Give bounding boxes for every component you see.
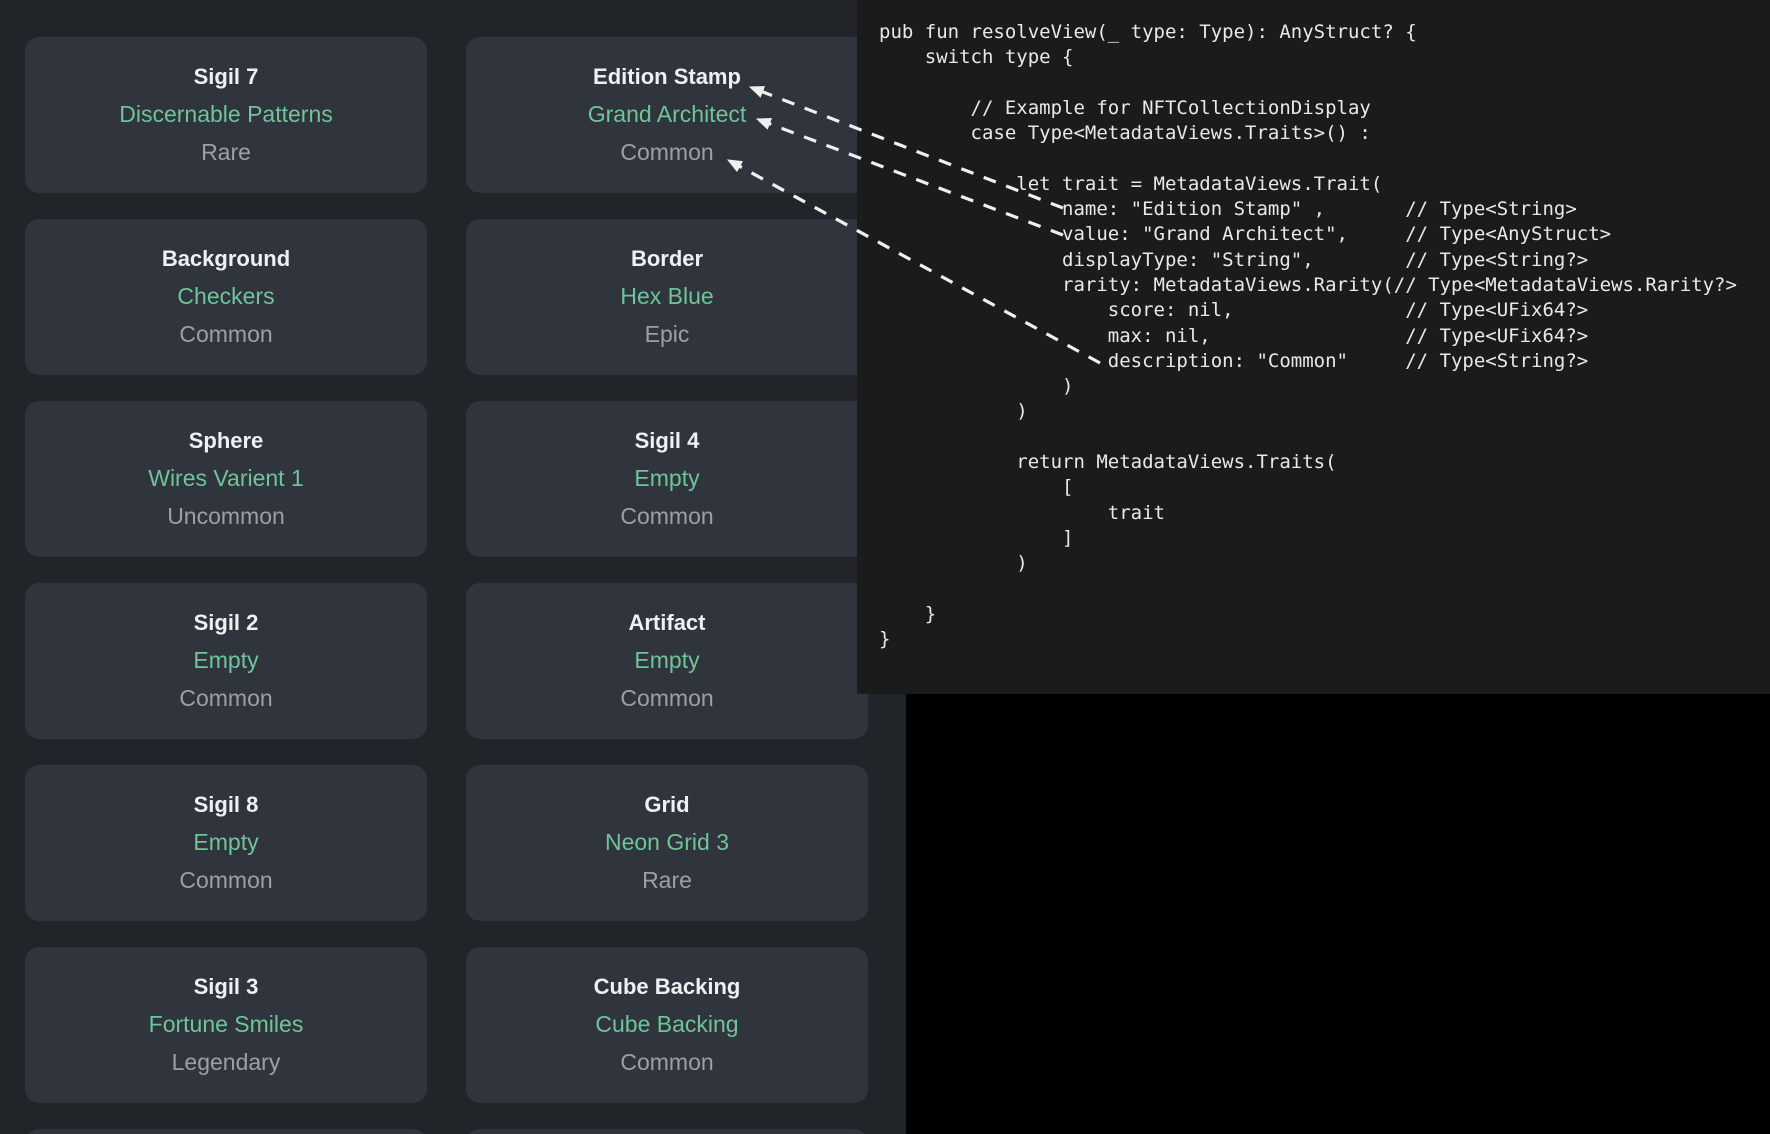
code-block: pub fun resolveView(_ type: Type): AnySt…: [857, 0, 1770, 652]
trait-name: Grid: [644, 794, 689, 816]
trait-value: Checkers: [177, 285, 274, 308]
trait-rarity: Rare: [642, 869, 692, 892]
trait-card: Sigil 2 Empty Common: [25, 583, 427, 739]
trait-name: Sigil 4: [635, 430, 700, 452]
trait-value: Empty: [634, 649, 699, 672]
trait-rarity: Common: [620, 1051, 713, 1074]
screenshot-root: { "colors": { "outer_bg": "#000000", "pa…: [0, 0, 1770, 1134]
trait-card: Edition Stamp Grand Architect Common: [466, 37, 868, 193]
trait-card: Cube Backing Cube Backing Common: [466, 947, 868, 1103]
trait-name: Background: [162, 248, 290, 270]
trait-name: Cube Backing: [594, 976, 741, 998]
trait-rarity: Legendary: [172, 1051, 281, 1074]
trait-rarity: Common: [179, 687, 272, 710]
trait-card: Sigil 3 Fortune Smiles Legendary: [25, 947, 427, 1103]
trait-name: Border: [631, 248, 703, 270]
trait-card: Grid Neon Grid 3 Rare: [466, 765, 868, 921]
trait-value: Grand Architect: [588, 103, 747, 126]
traits-panel: Sigil 7 Discernable Patterns Rare Editio…: [0, 0, 906, 1134]
trait-rarity: Common: [179, 869, 272, 892]
trait-value: Cube Backing: [595, 1013, 738, 1036]
trait-card: Artifact Empty Common: [466, 583, 868, 739]
trait-name: Artifact: [628, 612, 705, 634]
trait-value: Fortune Smiles: [149, 1013, 304, 1036]
trait-rarity: Rare: [201, 141, 251, 164]
code-panel: pub fun resolveView(_ type: Type): AnySt…: [857, 0, 1770, 694]
trait-rarity: Common: [620, 505, 713, 528]
trait-rarity: Common: [620, 141, 713, 164]
trait-card-partial: [25, 1129, 427, 1134]
trait-card: Sigil 8 Empty Common: [25, 765, 427, 921]
trait-rarity: Common: [620, 687, 713, 710]
trait-card: Background Checkers Common: [25, 219, 427, 375]
trait-card: Sigil 4 Empty Common: [466, 401, 868, 557]
trait-card: Sigil 7 Discernable Patterns Rare: [25, 37, 427, 193]
trait-rarity: Uncommon: [167, 505, 285, 528]
trait-card-partial: [466, 1129, 868, 1134]
trait-value: Empty: [634, 467, 699, 490]
trait-value: Neon Grid 3: [605, 831, 729, 854]
traits-grid: Sigil 7 Discernable Patterns Rare Editio…: [25, 37, 868, 1134]
trait-name: Sigil 3: [194, 976, 259, 998]
trait-name: Sigil 2: [194, 612, 259, 634]
trait-rarity: Common: [179, 323, 272, 346]
trait-value: Hex Blue: [620, 285, 713, 308]
trait-card: Border Hex Blue Epic: [466, 219, 868, 375]
trait-value: Discernable Patterns: [119, 103, 333, 126]
trait-rarity: Epic: [645, 323, 690, 346]
trait-card: Sphere Wires Varient 1 Uncommon: [25, 401, 427, 557]
trait-name: Sphere: [189, 430, 264, 452]
trait-name: Sigil 8: [194, 794, 259, 816]
trait-name: Edition Stamp: [593, 66, 741, 88]
trait-value: Empty: [193, 649, 258, 672]
trait-name: Sigil 7: [194, 66, 259, 88]
trait-value: Wires Varient 1: [148, 467, 304, 490]
trait-value: Empty: [193, 831, 258, 854]
